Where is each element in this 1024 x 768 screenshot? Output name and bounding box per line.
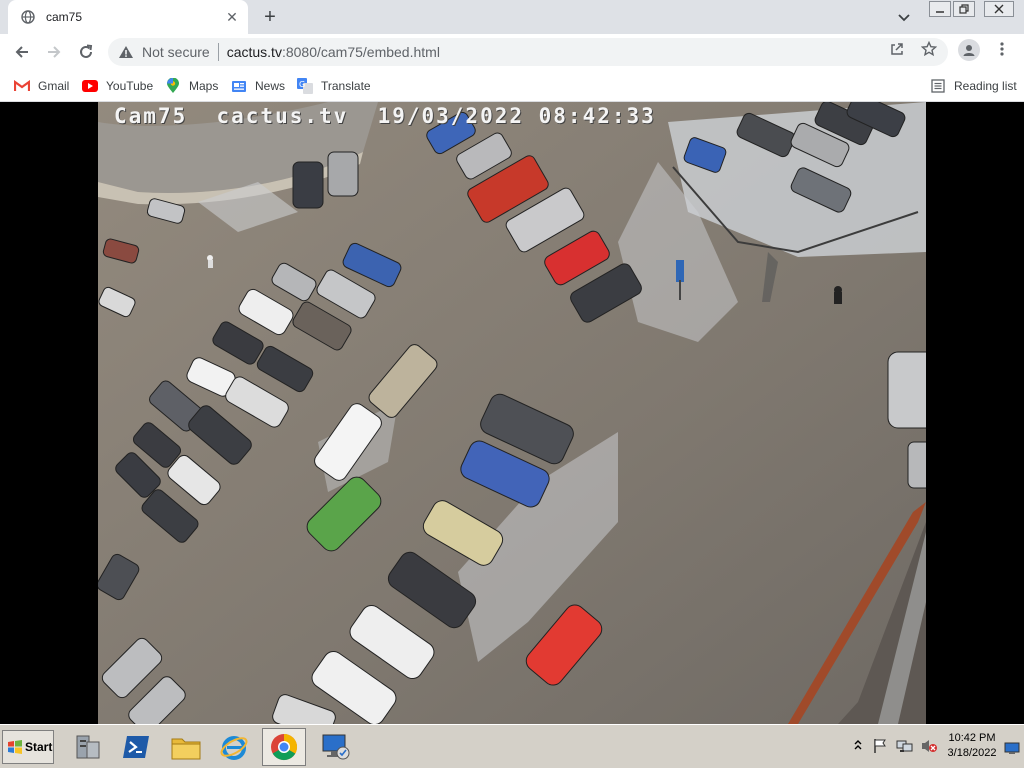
clock-time: 10:42 PM <box>948 732 996 744</box>
clock-date: 3/18/2022 <box>947 747 997 759</box>
action-center-flag-icon[interactable] <box>872 738 888 757</box>
url-text[interactable]: cactus.tv:8080/cam75/embed.html <box>227 44 440 60</box>
internet-explorer-button[interactable] <box>212 728 256 766</box>
powershell-icon <box>123 736 149 758</box>
forward-arrow-icon <box>48 46 61 58</box>
remote-desktop-button[interactable] <box>314 728 358 766</box>
security-label: Not secure <box>142 44 210 60</box>
tab-strip: cam75 ✕ + <box>0 0 1024 34</box>
show-hidden-icons-icon[interactable] <box>854 738 862 755</box>
bookmark-news[interactable]: News <box>231 76 285 96</box>
internet-explorer-icon <box>220 736 248 760</box>
powershell-button[interactable] <box>114 728 158 766</box>
parking-lot-image <box>98 102 926 724</box>
camera-timestamp-overlay: Cam75 cactus.tv 19/03/2022 08:42:33 <box>114 104 656 128</box>
new-tab-button[interactable]: + <box>258 5 282 29</box>
minimize-button[interactable] <box>929 1 951 17</box>
tab-title: cam75 <box>46 10 83 24</box>
taskbar: Start 10:42 PM 3/18/2022 <box>0 724 1024 768</box>
monitor-icon <box>322 734 350 760</box>
close-icon[interactable]: ✕ <box>224 9 240 25</box>
page-viewport: Cam75 cactus.tv 19/03/2022 08:42:33 <box>0 102 1024 724</box>
reading-list-button[interactable]: Reading list <box>930 76 1017 96</box>
address-bar[interactable]: Not secure cactus.tv:8080/cam75/embed.ht… <box>108 38 948 66</box>
bookmark-translate[interactable]: G Translate <box>297 76 371 96</box>
profile-avatar-icon[interactable] <box>958 39 980 61</box>
forward-button[interactable] <box>40 38 68 66</box>
reload-icon <box>80 44 93 58</box>
svg-text:G: G <box>299 80 305 89</box>
reading-list-icon <box>930 78 946 94</box>
bookmarks-bar: Gmail YouTube Maps News G Translate Read… <box>0 70 1024 102</box>
share-icon[interactable] <box>888 40 906 58</box>
folder-icon <box>171 738 201 760</box>
taskbar-clock[interactable]: 10:42 PM 3/18/2022 <box>940 731 1004 761</box>
bookmark-star-icon[interactable] <box>920 40 938 58</box>
news-icon <box>231 78 247 94</box>
warning-icon <box>119 46 133 58</box>
translate-icon: G <box>297 78 313 94</box>
bookmark-maps[interactable]: Maps <box>165 76 218 96</box>
network-icon[interactable] <box>896 738 914 757</box>
bookmark-youtube[interactable]: YouTube <box>82 76 153 96</box>
globe-icon <box>20 9 36 25</box>
bookmark-gmail[interactable]: Gmail <box>14 76 69 96</box>
close-window-button[interactable] <box>984 1 1014 17</box>
restore-button[interactable] <box>953 1 975 17</box>
chrome-icon <box>271 733 298 761</box>
maps-icon <box>165 78 181 94</box>
back-arrow-icon <box>15 46 28 58</box>
back-button[interactable] <box>8 38 36 66</box>
camera-feed[interactable]: Cam75 cactus.tv 19/03/2022 08:42:33 <box>98 102 926 724</box>
browser-toolbar: Not secure cactus.tv:8080/cam75/embed.ht… <box>0 34 1024 70</box>
chrome-taskbar-button[interactable] <box>262 728 306 766</box>
reload-button[interactable] <box>72 38 100 66</box>
start-button[interactable]: Start <box>2 730 54 764</box>
server-manager-button[interactable] <box>66 728 110 766</box>
file-explorer-button[interactable] <box>164 728 208 766</box>
gmail-icon <box>14 78 30 94</box>
browser-window: cam75 ✕ + Not secure cactus.tv:8080/cam7… <box>0 0 1024 102</box>
show-desktop-icon[interactable] <box>1004 742 1020 757</box>
more-menu-icon[interactable] <box>993 40 1011 58</box>
chevron-down-icon[interactable] <box>894 8 914 28</box>
youtube-icon <box>82 78 98 94</box>
speaker-muted-icon[interactable] <box>920 738 938 757</box>
windows-logo-icon <box>8 740 22 754</box>
tab-cam75[interactable]: cam75 ✕ <box>8 0 248 34</box>
server-manager-icon <box>76 735 100 759</box>
security-indicator[interactable]: Not secure <box>118 43 219 61</box>
